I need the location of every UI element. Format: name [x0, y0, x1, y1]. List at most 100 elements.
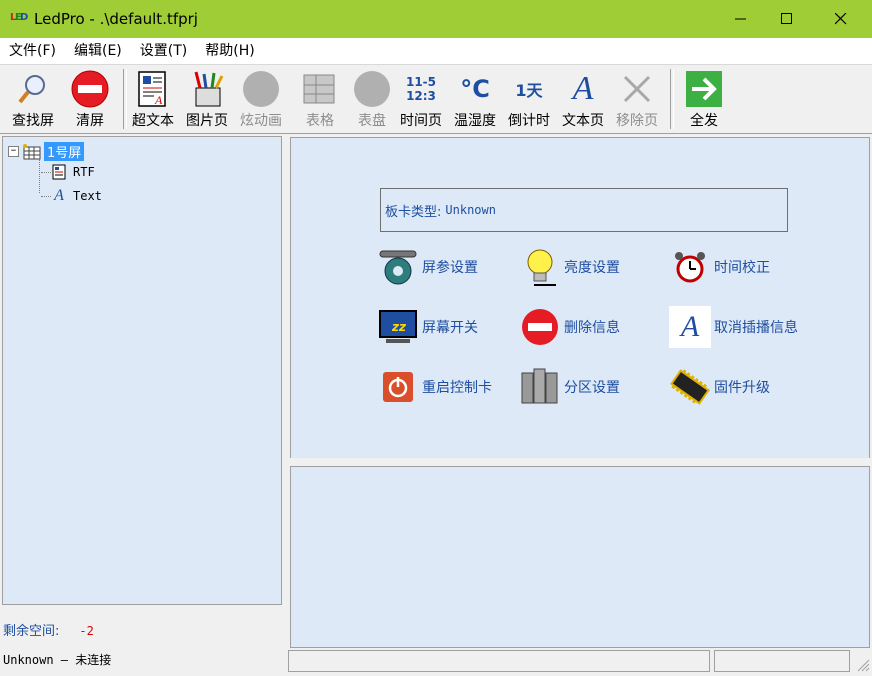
rtf-document-icon	[52, 164, 66, 180]
animation-icon	[243, 71, 279, 107]
table-icon	[303, 74, 335, 104]
free-space-value: -2	[79, 624, 94, 638]
picture-page-button[interactable]: 图片页	[186, 69, 228, 131]
partition-grid-icon	[521, 368, 558, 404]
delete-info-button[interactable]: 删除信息	[519, 306, 620, 348]
partition-label: 分区设置	[564, 380, 620, 396]
window-title: LedPro - .\default.tfprj	[34, 10, 198, 28]
temp-humidity-label: 温湿度	[454, 113, 496, 129]
temp-humidity-button[interactable]: °C 温湿度	[454, 69, 496, 131]
close-icon	[835, 13, 847, 25]
text-page-button[interactable]: A 文本页	[562, 69, 604, 131]
resize-grip-icon[interactable]	[856, 658, 870, 672]
pencil-cup-icon	[194, 71, 224, 107]
celsius-icon: °C	[460, 75, 490, 103]
restart-card-label: 重启控制卡	[422, 380, 492, 396]
dial-label: 表盘	[358, 113, 386, 129]
screen-tree[interactable]: − 1号屏 RTF A Text	[2, 136, 282, 605]
free-space-label: 剩余空间:	[3, 624, 60, 639]
time-page-label: 时间页	[400, 113, 442, 129]
text-page-label: 文本页	[562, 113, 604, 129]
super-text-label: 超文本	[132, 113, 174, 129]
partition-button[interactable]: 分区设置	[519, 366, 620, 408]
remove-page-label: 移除页	[616, 113, 658, 129]
screen-node-label: 1号屏	[44, 142, 85, 161]
lightbulb-icon	[527, 249, 556, 286]
free-space: 剩余空间: -2	[3, 620, 94, 639]
status-cell-2	[288, 650, 710, 672]
menu-file[interactable]: 文件(F)	[0, 38, 65, 64]
firmware-label: 固件升级	[714, 380, 770, 396]
menu-help[interactable]: 帮助(H)	[196, 38, 263, 64]
clear-screen-label: 清屏	[76, 113, 104, 129]
picture-page-label: 图片页	[186, 113, 228, 129]
status-cell-3	[714, 650, 850, 672]
panel-splitter[interactable]	[290, 458, 870, 466]
clear-screen-button[interactable]: 清屏	[70, 69, 110, 131]
svg-text:A: A	[154, 93, 163, 107]
power-icon	[383, 372, 413, 402]
status-connection: Unknown — 未连接	[3, 653, 112, 667]
super-text-button[interactable]: A 超文本	[132, 69, 174, 131]
close-button[interactable]	[818, 0, 864, 38]
menu-settings[interactable]: 设置(T)	[131, 38, 196, 64]
toolbar: 查找屏 清屏 A 超文本 图片页 炫动画 表格 表盘 11-5 12:3 时间页…	[0, 65, 872, 134]
time-calibration-button[interactable]: 时间校正	[669, 246, 770, 288]
screen-switch-label: 屏幕开关	[422, 320, 478, 336]
animation-button[interactable]: 炫动画	[240, 69, 282, 131]
countdown-icon: 1天	[515, 81, 543, 100]
remove-page-button[interactable]: 移除页	[616, 69, 658, 131]
table-label: 表格	[306, 113, 334, 129]
log-panel	[290, 466, 870, 648]
time-calibration-label: 时间校正	[714, 260, 770, 276]
menu-edit[interactable]: 编辑(E)	[65, 38, 131, 64]
tree-node-rtf[interactable]: RTF	[41, 164, 95, 180]
app-logo-icon: L E D	[10, 11, 29, 27]
maximize-button[interactable]	[764, 0, 810, 38]
alarm-clock-icon	[675, 252, 705, 283]
title-bar[interactable]: L E D LedPro - .\default.tfprj	[0, 0, 872, 38]
wrench-gear-icon	[379, 250, 417, 285]
countdown-button[interactable]: 1天 倒计时	[508, 69, 550, 131]
board-type-value: Unknown	[445, 203, 496, 217]
brightness-button[interactable]: 亮度设置	[519, 246, 620, 288]
brightness-label: 亮度设置	[564, 260, 620, 276]
tree-node-screen[interactable]: − 1号屏	[8, 142, 85, 161]
board-type-label: 板卡类型:	[385, 204, 442, 220]
expand-toggle[interactable]: −	[8, 146, 19, 157]
send-all-button[interactable]: 全发	[684, 69, 724, 131]
screen-params-button[interactable]: 屏参设置	[377, 246, 478, 288]
chip-icon	[670, 369, 710, 405]
firmware-button[interactable]: 固件升级	[669, 366, 770, 408]
tree-node-text[interactable]: A Text	[41, 187, 102, 205]
no-entry-icon	[71, 70, 109, 108]
cancel-insert-label: 取消插播信息	[714, 320, 798, 336]
text-letter-icon: A	[54, 187, 64, 204]
svg-text:zz: zz	[391, 320, 407, 334]
delete-info-label: 删除信息	[564, 320, 620, 336]
control-panel: 板卡类型: Unknown 屏参设置 亮度设置 时间校正 zz 屏幕开关 删除信…	[290, 137, 870, 459]
letter-a-icon: A	[572, 70, 594, 107]
text-node-label: Text	[73, 189, 102, 203]
dial-button[interactable]: 表盘	[352, 69, 392, 131]
remove-x-icon	[623, 75, 651, 103]
time-icon-bottom: 12:3	[406, 89, 436, 103]
find-screen-label: 查找屏	[12, 113, 54, 129]
menu-bar: 文件(F) 编辑(E) 设置(T) 帮助(H)	[0, 38, 872, 65]
delete-icon	[522, 309, 558, 345]
time-page-button[interactable]: 11-5 12:3 时间页	[400, 69, 442, 131]
minimize-button[interactable]	[718, 0, 764, 38]
dial-icon	[354, 71, 390, 107]
logo-letter-d: D	[20, 12, 29, 23]
table-button[interactable]: 表格	[300, 69, 340, 131]
screen-switch-button[interactable]: zz 屏幕开关	[377, 306, 478, 348]
minimize-icon	[735, 18, 746, 20]
rtf-node-label: RTF	[73, 165, 95, 179]
cancel-insert-button[interactable]: A 取消插播信息	[669, 306, 798, 348]
board-type-box: 板卡类型: Unknown	[380, 188, 788, 232]
time-icon-top: 11-5	[405, 75, 437, 89]
screen-icon	[23, 143, 41, 159]
cancel-insert-icon: A	[680, 310, 700, 343]
restart-card-button[interactable]: 重启控制卡	[377, 366, 492, 408]
find-screen-button[interactable]: 查找屏	[12, 69, 54, 131]
